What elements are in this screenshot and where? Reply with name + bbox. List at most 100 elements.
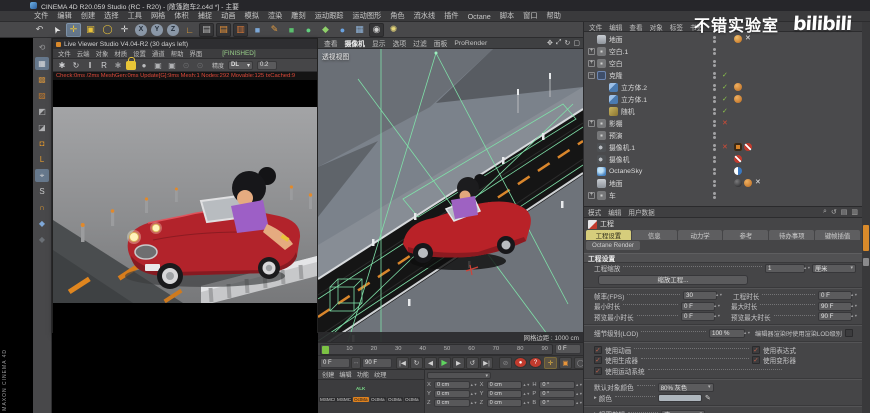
object-name[interactable]: 随机	[621, 106, 635, 116]
object-name[interactable]: 空白.1	[609, 46, 628, 56]
kernel-icon[interactable]: ✱	[56, 60, 68, 71]
settings-gear-icon[interactable]: ✱	[112, 60, 124, 71]
checkbox[interactable]: ✓	[594, 346, 602, 354]
workplane-icon[interactable]: ◆	[35, 217, 49, 230]
render-view-icon[interactable]: ▤	[199, 23, 214, 37]
live-viewer-titlebar[interactable]: Live Viewer Studio V4.04-R2 (30 days lef…	[53, 39, 317, 49]
autokey-icon[interactable]: ?	[529, 357, 542, 368]
pin-a-icon[interactable]: ⊙	[180, 60, 192, 71]
object-manager-menu-item[interactable]: 查看	[629, 22, 642, 32]
visibility-dots[interactable]	[712, 48, 716, 55]
menu-item[interactable]: 插件	[444, 11, 458, 21]
scene-camera-icon[interactable]: ◉	[369, 23, 384, 37]
materials-menu-item[interactable]: 编辑	[339, 370, 351, 379]
visibility-dots[interactable]	[712, 60, 716, 67]
checkbox[interactable]: ✓	[752, 356, 760, 364]
lod-checkbox[interactable]	[845, 329, 853, 337]
object-manager-menu-item[interactable]: 标签	[670, 22, 683, 32]
attr-menu-item[interactable]: 模式	[588, 207, 601, 217]
enabled-state-icon[interactable]	[722, 107, 728, 115]
noentry-tag[interactable]	[734, 155, 742, 163]
object-row[interactable]: 地面	[584, 177, 862, 189]
axis-mode-icon[interactable]: L	[35, 153, 49, 166]
object-row[interactable]: 影棚	[584, 117, 862, 129]
lock-resolution-icon[interactable]	[126, 61, 136, 70]
max-time-field[interactable]: 90 F	[818, 302, 852, 311]
scale-project-button[interactable]: 缩放工程...	[598, 275, 748, 285]
visibility-dots[interactable]	[712, 144, 716, 151]
object-row[interactable]: 车	[584, 189, 862, 201]
expand-icon[interactable]	[588, 120, 595, 127]
visibility-dots[interactable]	[712, 108, 716, 115]
section-header[interactable]: 工程设置	[584, 253, 862, 263]
region-render-icon[interactable]: R	[98, 60, 110, 71]
prev-key-icon[interactable]: ◀	[424, 357, 437, 369]
object-row[interactable]: 预演	[584, 129, 862, 141]
edges-mode-icon[interactable]: ◪	[35, 121, 49, 134]
noentry-tag[interactable]	[744, 143, 752, 151]
enabled-state-icon[interactable]	[722, 95, 728, 103]
material-ball-icon[interactable]: ●	[138, 60, 150, 71]
menu-item[interactable]: 创建	[81, 11, 95, 21]
pan-view-icon[interactable]: ✥	[547, 39, 553, 47]
menu-item[interactable]: 选择	[104, 11, 118, 21]
points-mode-icon[interactable]: ◩	[35, 105, 49, 118]
expand-icon[interactable]	[588, 192, 595, 199]
range-toggle-icon[interactable]: ↔	[351, 357, 361, 369]
attr-menu-item[interactable]: 编辑	[608, 207, 621, 217]
visibility-dots[interactable]	[712, 132, 716, 139]
attribute-tab[interactable]: 键帧插值	[815, 230, 860, 240]
object-name[interactable]: 克隆	[609, 70, 623, 80]
object-row[interactable]: 立方体.1	[584, 93, 862, 105]
visibility-dots[interactable]	[712, 192, 716, 199]
size-field[interactable]: 0 cm	[487, 390, 523, 398]
menu-item[interactable]: 体积	[174, 11, 188, 21]
spinner-icon[interactable]: ▲▼	[715, 315, 719, 318]
menu-item[interactable]: 动画	[221, 11, 235, 21]
preview-min-field[interactable]: 0 F	[681, 312, 715, 321]
spinner-icon[interactable]: ▲▼	[852, 294, 856, 297]
object-row[interactable]: 摄像机.1	[584, 141, 862, 153]
skytag-tag[interactable]	[734, 167, 742, 175]
menu-item[interactable]: 模拟	[245, 11, 259, 21]
end-frame-field[interactable]: 90 F	[362, 358, 392, 368]
enabled-state-icon[interactable]	[722, 143, 728, 151]
layout-tab-marker[interactable]	[863, 225, 869, 251]
history-icon[interactable]: ↺	[831, 208, 837, 216]
octcam-tag[interactable]	[734, 143, 742, 151]
viewport-menu-item[interactable]: 摄像机	[345, 38, 365, 48]
menu-item[interactable]: 文件	[34, 11, 48, 21]
render-settings-icon[interactable]: ▥	[233, 23, 248, 37]
goto-end-icon[interactable]: ▶|	[480, 357, 493, 369]
timeline-ruler[interactable]: 0102030405060708090 0 F	[318, 342, 583, 355]
octane-render-tab[interactable]: Octane Render	[586, 241, 640, 250]
fps-field[interactable]: 30	[683, 291, 717, 300]
attribute-tab[interactable]: 动力学	[678, 230, 723, 240]
spinner-icon[interactable]: ▲▼	[805, 267, 809, 270]
preview-max-field[interactable]: 90 F	[818, 312, 852, 321]
visibility-dots[interactable]	[712, 84, 716, 91]
menu-item[interactable]: 雕刻	[291, 11, 305, 21]
spinner-icon[interactable]: ▲▼	[577, 393, 581, 396]
color-swatch[interactable]	[658, 394, 702, 402]
visibility-dots[interactable]	[712, 96, 716, 103]
expand-icon[interactable]	[588, 60, 595, 67]
timeline-playhead[interactable]	[322, 346, 329, 354]
pen-spline-icon[interactable]: ✎	[267, 23, 282, 37]
record-keyframe-icon[interactable]: ●	[514, 357, 527, 368]
material-thumbnail[interactable]	[370, 404, 386, 412]
spinner-icon[interactable]: ▲▼	[577, 384, 581, 387]
material-thumbnail[interactable]	[353, 404, 369, 412]
checkbox[interactable]: ✓	[752, 346, 760, 354]
materials-menu-item[interactable]: 功能	[357, 370, 369, 379]
magnet-icon[interactable]: ∩	[35, 201, 49, 214]
position-field[interactable]: 0 cm	[434, 381, 470, 389]
search-icon[interactable]: ⌕	[823, 208, 827, 216]
expand-icon[interactable]	[588, 72, 595, 79]
xcross-tag[interactable]	[754, 179, 762, 187]
menu-item[interactable]: Octane	[468, 12, 491, 21]
object-name[interactable]: 空白	[609, 58, 623, 68]
object-name[interactable]: 预演	[609, 130, 623, 140]
polygons-mode-icon[interactable]: ◘	[35, 137, 49, 150]
goto-start-icon[interactable]: |◀	[396, 357, 409, 369]
